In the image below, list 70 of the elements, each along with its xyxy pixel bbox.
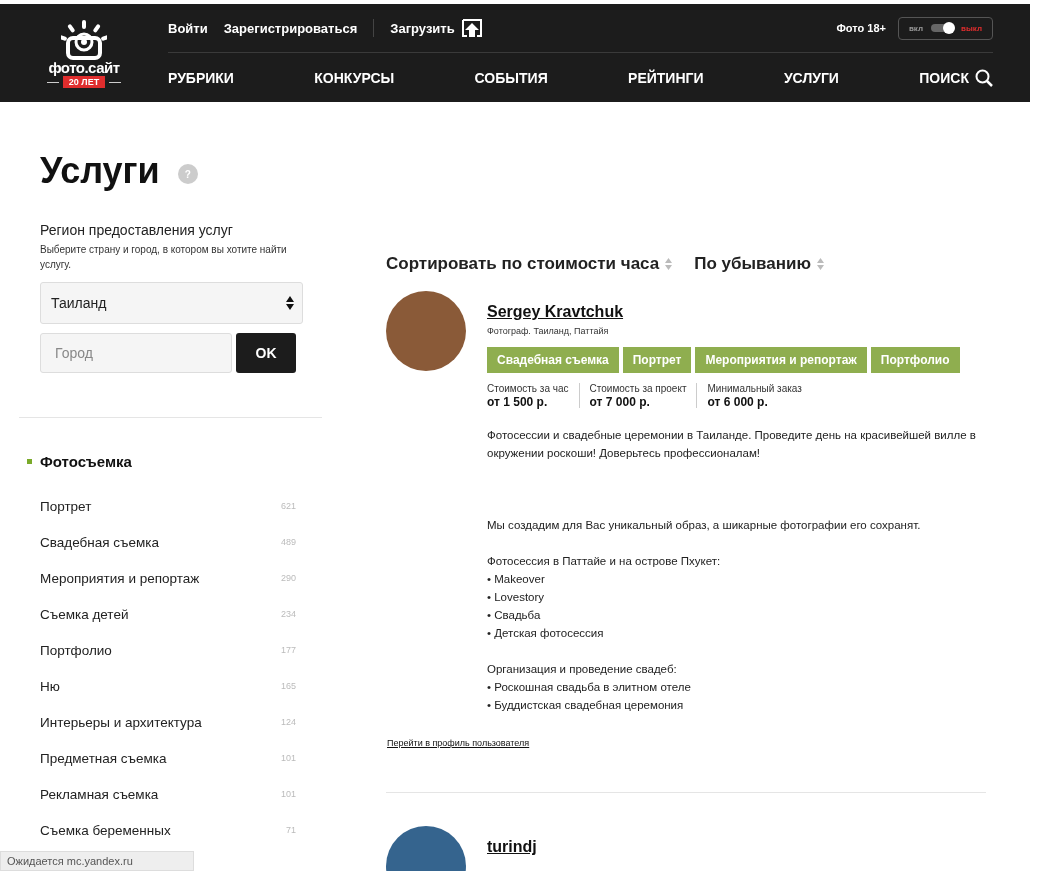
price-label: Стоимость за час (487, 383, 569, 395)
category-link[interactable]: Съемка беременных (40, 822, 171, 838)
browser-status-bar: Ожидается mc.yandex.ru (0, 851, 194, 871)
price-value: от 1 500 р. (487, 396, 549, 408)
page-title: Услуги (40, 150, 160, 192)
search-icon[interactable] (974, 68, 993, 87)
auth-link[interactable]: Войти (168, 20, 208, 36)
category-link[interactable]: Портфолио (40, 642, 112, 658)
description-text: Фотосессия в Паттайе и на острове Пхукет: (487, 554, 722, 569)
country-select[interactable]: Таиланд (40, 282, 303, 324)
upload-icon[interactable] (460, 18, 483, 38)
hint-text: Выберите страну и город, в котором вы хотите найти услугу. (40, 243, 288, 272)
user-subtitle: Фотограф. Таиланд, Паттайя (487, 326, 610, 336)
description-text: Фотосессии и свадебные церемонии в Таиланде. Проведите день на красивейшей вилле в окружении роскоши! Доверьтесь профессионалам! (487, 428, 977, 461)
city-field[interactable]: Город (40, 333, 232, 373)
description-text: • Свадьба (487, 608, 542, 623)
category-link[interactable]: Ню (40, 678, 60, 694)
item-count: 101 (280, 789, 296, 799)
description-text: Мы создадим для Вас уникальный образ, а шикарные фотографии его сохранят. (487, 518, 922, 533)
nav-link[interactable]: КОНКУРСЫ (314, 69, 395, 86)
category-link[interactable]: Мероприятия и репортаж (40, 570, 200, 586)
anniversary-badge: 20 ЛЕТ (62, 76, 106, 88)
category-link[interactable]: Портрет (40, 498, 92, 514)
price-label: Минимальный заказ (707, 383, 802, 395)
category-link[interactable]: Предметная съемка (40, 750, 167, 766)
description-text: • Makeover (487, 572, 546, 587)
sort-control[interactable]: Сортировать по стоимости часа (386, 254, 660, 274)
item-count: 124 (280, 717, 296, 727)
category-link[interactable]: Съемка детей (40, 606, 129, 622)
nav-link[interactable]: РЕЙТИНГИ (628, 69, 704, 86)
price-label: Стоимость за проект (589, 383, 687, 395)
item-count: 165 (280, 681, 296, 691)
nav-link[interactable]: УСЛУГИ (783, 69, 839, 86)
item-count: 621 (280, 501, 296, 511)
item-count: 71 (286, 825, 296, 835)
category-heading[interactable]: Фотосъемка (40, 453, 132, 470)
category-link[interactable]: Рекламная съемка (40, 786, 159, 802)
item-count: 234 (280, 609, 296, 619)
description-text: • Буддистская свадебная церемония (487, 698, 685, 713)
item-count: 489 (280, 537, 296, 547)
category-link[interactable]: Свадебная съемка (40, 534, 159, 550)
updown-icon (286, 296, 294, 310)
description-text: Организация и проведение свадеб: (487, 662, 678, 677)
camera-logo-icon[interactable] (61, 20, 107, 60)
ok-button[interactable]: OK (236, 333, 296, 373)
user-name-link[interactable]: Sergey Kravtchuk (487, 303, 624, 321)
sort-control[interactable]: По убыванию (694, 254, 811, 274)
item-count: 177 (280, 645, 296, 655)
bullet-icon (27, 459, 32, 464)
filter-label: Фото 18+ (836, 22, 886, 34)
auth-link[interactable]: Зарегистрироваться (223, 20, 358, 36)
upload-link[interactable]: Загрузить (390, 20, 455, 36)
adult-filter-toggle[interactable]: вкл выкл (897, 16, 993, 40)
field-label: Регион предоставления услуг (40, 222, 234, 238)
toggle-label: вкл (908, 23, 924, 33)
description-text: • Роскошная свадьба в элитном отеле (487, 680, 692, 695)
profile-link[interactable]: Перейти в профиль пользователя (387, 738, 530, 748)
price-value: от 7 000 р. (589, 396, 651, 408)
item-count: 101 (280, 753, 296, 763)
logo-text[interactable]: фото.сайт (48, 60, 120, 76)
user-name-link[interactable]: turindj (487, 838, 537, 856)
category-link[interactable]: Интерьеры и архитектура (40, 714, 202, 730)
nav-link[interactable]: СОБЫТИЯ (474, 69, 548, 86)
nav-link[interactable]: РУБРИКИ (168, 69, 234, 86)
description-text: • Lovestory (487, 590, 546, 605)
description-text: • Детская фотосессия (487, 626, 605, 641)
price-value: от 6 000 р. (707, 396, 769, 408)
toggle-label: выкл (961, 23, 982, 33)
search-link[interactable]: ПОИСК (919, 69, 969, 86)
item-count: 290 (280, 573, 296, 583)
